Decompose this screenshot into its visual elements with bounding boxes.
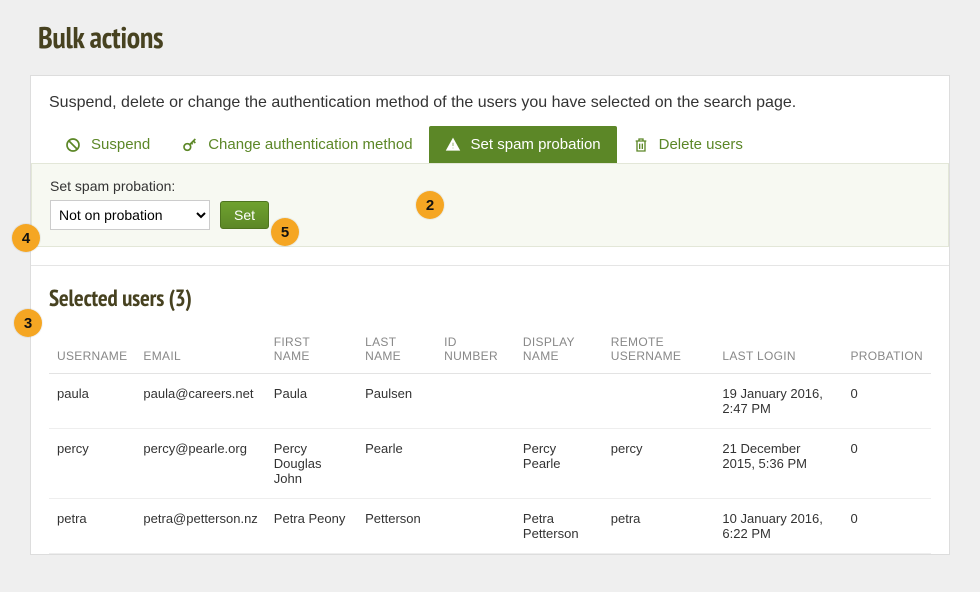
cell-id-number: [436, 499, 515, 554]
main-card: Suspend, delete or change the authentica…: [30, 75, 950, 555]
cell-display-name: Percy Pearle: [515, 429, 603, 499]
tab-delete-users[interactable]: Delete users: [617, 126, 759, 163]
col-last-login: LAST LOGIN: [714, 325, 842, 374]
cell-last-login: 21 December 2015, 5:36 PM: [714, 429, 842, 499]
cell-username: percy: [49, 429, 135, 499]
cell-last-login: 10 January 2016, 6:22 PM: [714, 499, 842, 554]
col-email: EMAIL: [135, 325, 265, 374]
cell-first-name: Paula: [266, 374, 357, 429]
cell-remote-username: percy: [603, 429, 715, 499]
tab-change-auth[interactable]: Change authentication method: [166, 126, 428, 163]
cell-last-login: 19 January 2016, 2:47 PM: [714, 374, 842, 429]
cell-username: paula: [49, 374, 135, 429]
annotation-badge-2: 2: [416, 191, 444, 219]
cell-remote-username: [603, 374, 715, 429]
ban-icon: [65, 137, 81, 153]
cell-username: petra: [49, 499, 135, 554]
cell-last-name: Petterson: [357, 499, 436, 554]
cell-display-name: Petra Petterson: [515, 499, 603, 554]
col-first-name: FIRST NAME: [266, 325, 357, 374]
cell-remote-username: petra: [603, 499, 715, 554]
cell-email: petra@petterson.nz: [135, 499, 265, 554]
cell-probation: 0: [842, 429, 931, 499]
cell-email: paula@careers.net: [135, 374, 265, 429]
annotation-badge-4: 4: [12, 224, 40, 252]
key-icon: [182, 137, 198, 153]
col-remote-username: REMOTE USERNAME: [603, 325, 715, 374]
users-table: USERNAME EMAIL FIRST NAME LAST NAME ID N…: [49, 325, 931, 554]
cell-last-name: Pearle: [357, 429, 436, 499]
divider: [31, 265, 949, 266]
cell-last-name: Paulsen: [357, 374, 436, 429]
selected-users-heading: Selected users (3): [49, 284, 931, 313]
tab-suspend[interactable]: Suspend: [49, 126, 166, 163]
annotation-badge-3: 3: [14, 309, 42, 337]
cell-email: percy@pearle.org: [135, 429, 265, 499]
col-last-name: LAST NAME: [357, 325, 436, 374]
page-title: Bulk actions: [38, 18, 950, 57]
tab-label: Change authentication method: [208, 136, 412, 153]
probation-select[interactable]: Not on probation: [50, 200, 210, 230]
annotation-badge-5: 5: [271, 218, 299, 246]
tab-label: Set spam probation: [471, 136, 601, 153]
col-id-number: ID NUMBER: [436, 325, 515, 374]
tab-set-spam-probation[interactable]: Set spam probation: [429, 126, 617, 163]
intro-text: Suspend, delete or change the authentica…: [49, 94, 931, 112]
cell-id-number: [436, 429, 515, 499]
set-button[interactable]: Set: [220, 201, 269, 229]
tab-panel-set-spam: Set spam probation: Not on probation Set: [31, 163, 949, 247]
table-header-row: USERNAME EMAIL FIRST NAME LAST NAME ID N…: [49, 325, 931, 374]
cell-first-name: Petra Peony: [266, 499, 357, 554]
table-row: percypercy@pearle.orgPercy Douglas JohnP…: [49, 429, 931, 499]
cell-display-name: [515, 374, 603, 429]
tabs: Suspend Change authentication method Set…: [49, 126, 931, 163]
cell-id-number: [436, 374, 515, 429]
trash-icon: [633, 137, 649, 153]
table-row: petrapetra@petterson.nzPetra PeonyPetter…: [49, 499, 931, 554]
col-probation: PROBATION: [842, 325, 931, 374]
col-display-name: DISPLAY NAME: [515, 325, 603, 374]
cell-probation: 0: [842, 499, 931, 554]
tab-label: Delete users: [659, 136, 743, 153]
col-username: USERNAME: [49, 325, 135, 374]
table-row: paulapaula@careers.netPaulaPaulsen 19 Jan…: [49, 374, 931, 429]
cell-first-name: Percy Douglas John: [266, 429, 357, 499]
cell-probation: 0: [842, 374, 931, 429]
warning-icon: [445, 137, 461, 153]
tab-label: Suspend: [91, 136, 150, 153]
probation-label: Set spam probation:: [50, 178, 930, 194]
